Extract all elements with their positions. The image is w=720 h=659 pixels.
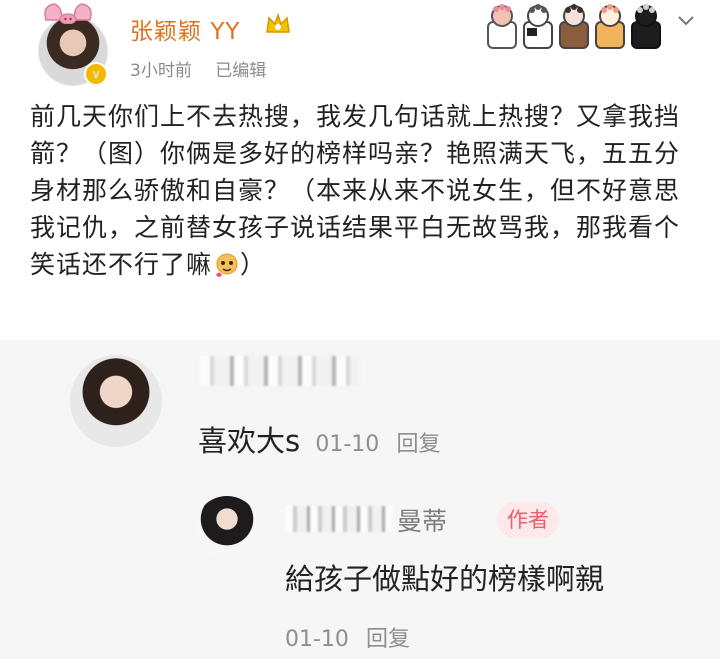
cat-paw-icons <box>487 4 661 49</box>
comment-item: 喜欢大s 01-10 回复 <box>198 418 441 460</box>
comment-date: 01-10 <box>315 432 380 457</box>
commenter-avatar[interactable] <box>70 355 162 447</box>
post-text: 前几天你们上不去热搜，我发几句话就上热搜？又拿我挡箭？（图）你俩是多好的榜样吗亲… <box>30 102 681 279</box>
post-header: v 张颖颖 YY 3小时前 已编辑 <box>0 0 720 88</box>
post-text-end: ） <box>240 250 267 279</box>
reply-author-name[interactable]: 曼蒂 <box>397 502 447 538</box>
chevron-down-icon[interactable] <box>676 10 696 30</box>
blurred-reply-name <box>285 506 393 532</box>
pig-ears-avatar-decoration <box>44 3 92 24</box>
comment-text: 喜欢大s <box>198 424 301 458</box>
comment-reply-button[interactable]: 回复 <box>396 432 440 457</box>
reply-reply-button[interactable]: 回复 <box>366 627 410 652</box>
crown-icon <box>266 12 290 33</box>
author-badge: 作者 <box>497 502 559 538</box>
edited-label: 已编辑 <box>215 61 267 81</box>
reply-date: 01-10 <box>285 627 349 652</box>
verified-badge-icon: v <box>84 62 108 86</box>
reply-author-avatar[interactable] <box>195 496 259 560</box>
blushing-emoji-icon <box>216 253 238 277</box>
post-meta: 3小时前 已编辑 <box>130 56 284 81</box>
author-name[interactable]: 张颖颖 YY <box>130 12 240 46</box>
blurred-commenter-name <box>200 356 360 386</box>
reply-text: 給孩子做點好的榜樣啊親 <box>285 562 605 596</box>
post-body: 前几天你们上不去热搜，我发几句话就上热搜？又拿我挡箭？（图）你俩是多好的榜样吗亲… <box>30 98 702 283</box>
reply-meta: 01-10 回复 <box>285 621 420 653</box>
post-time: 3小时前 <box>130 61 192 81</box>
